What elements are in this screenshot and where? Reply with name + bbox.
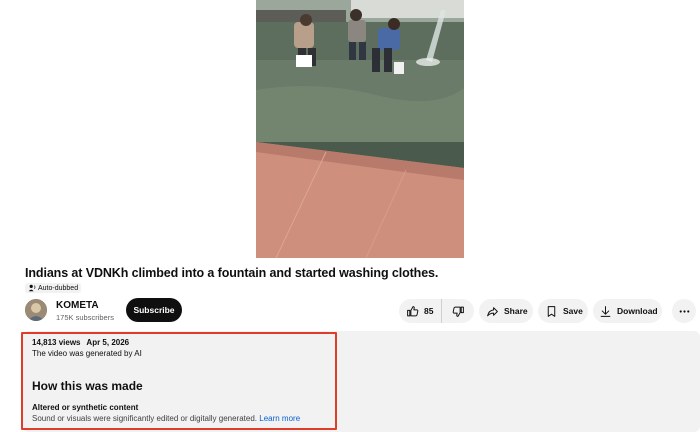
video-metadata: 14,813 views Apr 5, 2026 [32,338,133,347]
ai-generated-note: The video was generated by AI [32,349,142,358]
dislike-button[interactable] [442,299,474,323]
download-label: Download [617,306,658,316]
subscribe-button[interactable]: Subscribe [126,298,182,322]
thumbs-up-icon [407,305,419,316]
auto-dubbed-label: Auto-dubbed [38,284,79,292]
learn-more-link[interactable]: Learn more [259,414,300,423]
bookmark-icon [547,305,556,317]
more-horizontal-icon [679,309,689,313]
channel-name[interactable]: KOMETA [56,300,99,311]
auto-dubbed-badge: Auto-dubbed [25,283,82,293]
dubbing-icon [28,284,36,292]
like-button[interactable]: 85 [399,299,442,323]
watch-page: Indians at VDNKh climbed into a fountain… [0,0,700,432]
how-this-was-made-heading: How this was made [32,379,143,393]
more-actions-button[interactable] [672,299,696,323]
thumbs-down-icon [452,306,464,317]
download-button[interactable]: Download [593,299,662,323]
channel-subscriber-count: 175K subscribers [56,313,114,322]
share-button[interactable]: Share [479,299,533,323]
like-count: 85 [424,306,434,316]
publish-date: Apr 5, 2026 [86,338,130,347]
download-icon [600,305,611,317]
share-icon [487,306,498,316]
save-button[interactable]: Save [538,299,588,323]
altered-content-text: Sound or visuals were significantly edit… [32,414,258,423]
video-title: Indians at VDNKh climbed into a fountain… [25,266,439,280]
altered-content-description: Sound or visuals were significantly edit… [32,414,300,423]
like-dislike-group: 85 [399,299,474,323]
channel-avatar[interactable] [25,299,47,321]
altered-content-title: Altered or synthetic content [32,403,139,412]
save-label: Save [563,306,583,316]
video-frame-image [256,0,464,258]
view-count: 14,813 views [32,338,81,347]
share-label: Share [504,306,528,316]
avatar-image [25,299,47,321]
video-player[interactable] [256,0,464,258]
